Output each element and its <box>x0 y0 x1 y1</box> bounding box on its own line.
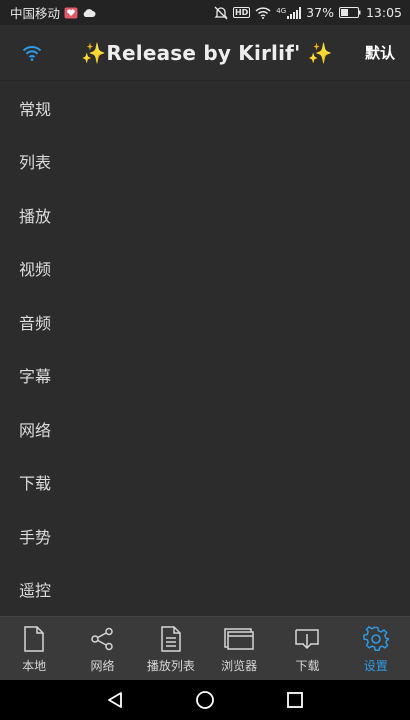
browser-icon <box>224 625 254 653</box>
app-header: ✨Release by Kirlif' ✨ 默认 <box>0 25 410 81</box>
tab-local[interactable]: 本地 <box>0 617 68 680</box>
back-triangle-icon <box>106 691 124 709</box>
tab-label: 本地 <box>22 659 47 673</box>
wifi-status-icon <box>255 6 271 19</box>
settings-item-audio[interactable]: 音频 <box>0 295 410 349</box>
settings-item-label: 字幕 <box>19 367 52 387</box>
settings-item-general[interactable]: 常规 <box>0 81 410 135</box>
settings-item-label: 下载 <box>19 474 52 494</box>
settings-item-remote[interactable]: 遥控 <box>0 563 410 617</box>
settings-item-label: 列表 <box>19 153 52 173</box>
tab-label: 播放列表 <box>146 659 195 673</box>
tab-label: 网络 <box>90 659 115 673</box>
share-icon <box>90 625 114 653</box>
settings-item-video[interactable]: 视频 <box>0 242 410 296</box>
settings-item-gestures[interactable]: 手势 <box>0 509 410 563</box>
settings-item-list[interactable]: 列表 <box>0 135 410 189</box>
settings-list: 常规 列表 播放 视频 音频 字幕 网络 下载 手势 遥控 <box>0 81 410 616</box>
back-button[interactable] <box>100 685 130 715</box>
tab-browser[interactable]: 浏览器 <box>205 617 273 680</box>
signal-icon: 4G <box>276 6 302 19</box>
settings-item-network[interactable]: 网络 <box>0 402 410 456</box>
carrier-label: 中国移动 <box>10 6 61 21</box>
notification-app-icon <box>64 7 78 19</box>
settings-item-download[interactable]: 下载 <box>0 456 410 510</box>
tab-label: 下载 <box>295 659 320 673</box>
app-screen: 中国移动 HD 4G 37% 13:05 ✨Release by Kirlif'… <box>0 0 410 720</box>
home-circle-icon <box>195 690 215 710</box>
settings-item-label: 常规 <box>19 99 52 119</box>
tab-label: 浏览器 <box>221 659 258 673</box>
cloud-icon <box>82 8 96 18</box>
settings-item-label: 遥控 <box>19 581 52 601</box>
battery-percent: 37% <box>306 5 334 20</box>
file-icon <box>23 625 45 653</box>
status-bar: 中国移动 HD 4G 37% 13:05 <box>0 0 410 25</box>
mute-icon <box>214 6 228 20</box>
settings-item-label: 视频 <box>19 260 52 280</box>
settings-item-playback[interactable]: 播放 <box>0 188 410 242</box>
hd-badge: HD <box>232 7 251 18</box>
clock: 13:05 <box>365 5 402 20</box>
bottom-nav: 本地 网络 播放列表 浏览器 下载 设置 <box>0 616 410 680</box>
tab-download[interactable]: 下载 <box>273 617 341 680</box>
default-button[interactable]: 默认 <box>350 42 410 63</box>
battery-icon <box>338 7 361 18</box>
wifi-icon <box>22 45 42 61</box>
settings-item-label: 播放 <box>19 206 52 226</box>
recents-square-icon <box>286 691 304 709</box>
tab-network[interactable]: 网络 <box>68 617 136 680</box>
recents-button[interactable] <box>280 685 310 715</box>
download-icon <box>295 625 320 653</box>
network-type: 4G <box>276 6 287 15</box>
settings-item-label: 手势 <box>19 527 52 547</box>
page-title: ✨Release by Kirlif' ✨ <box>81 40 333 65</box>
tab-settings[interactable]: 设置 <box>342 617 410 680</box>
system-nav-bar <box>0 680 410 720</box>
gear-icon <box>363 625 389 653</box>
home-button[interactable] <box>190 685 220 715</box>
tab-playlist[interactable]: 播放列表 <box>137 617 205 680</box>
settings-item-label: 音频 <box>19 313 52 333</box>
settings-item-label: 网络 <box>19 420 52 440</box>
tab-label: 设置 <box>363 659 388 673</box>
settings-item-subtitles[interactable]: 字幕 <box>0 349 410 403</box>
playlist-icon <box>161 625 181 653</box>
wifi-button[interactable] <box>0 45 64 61</box>
